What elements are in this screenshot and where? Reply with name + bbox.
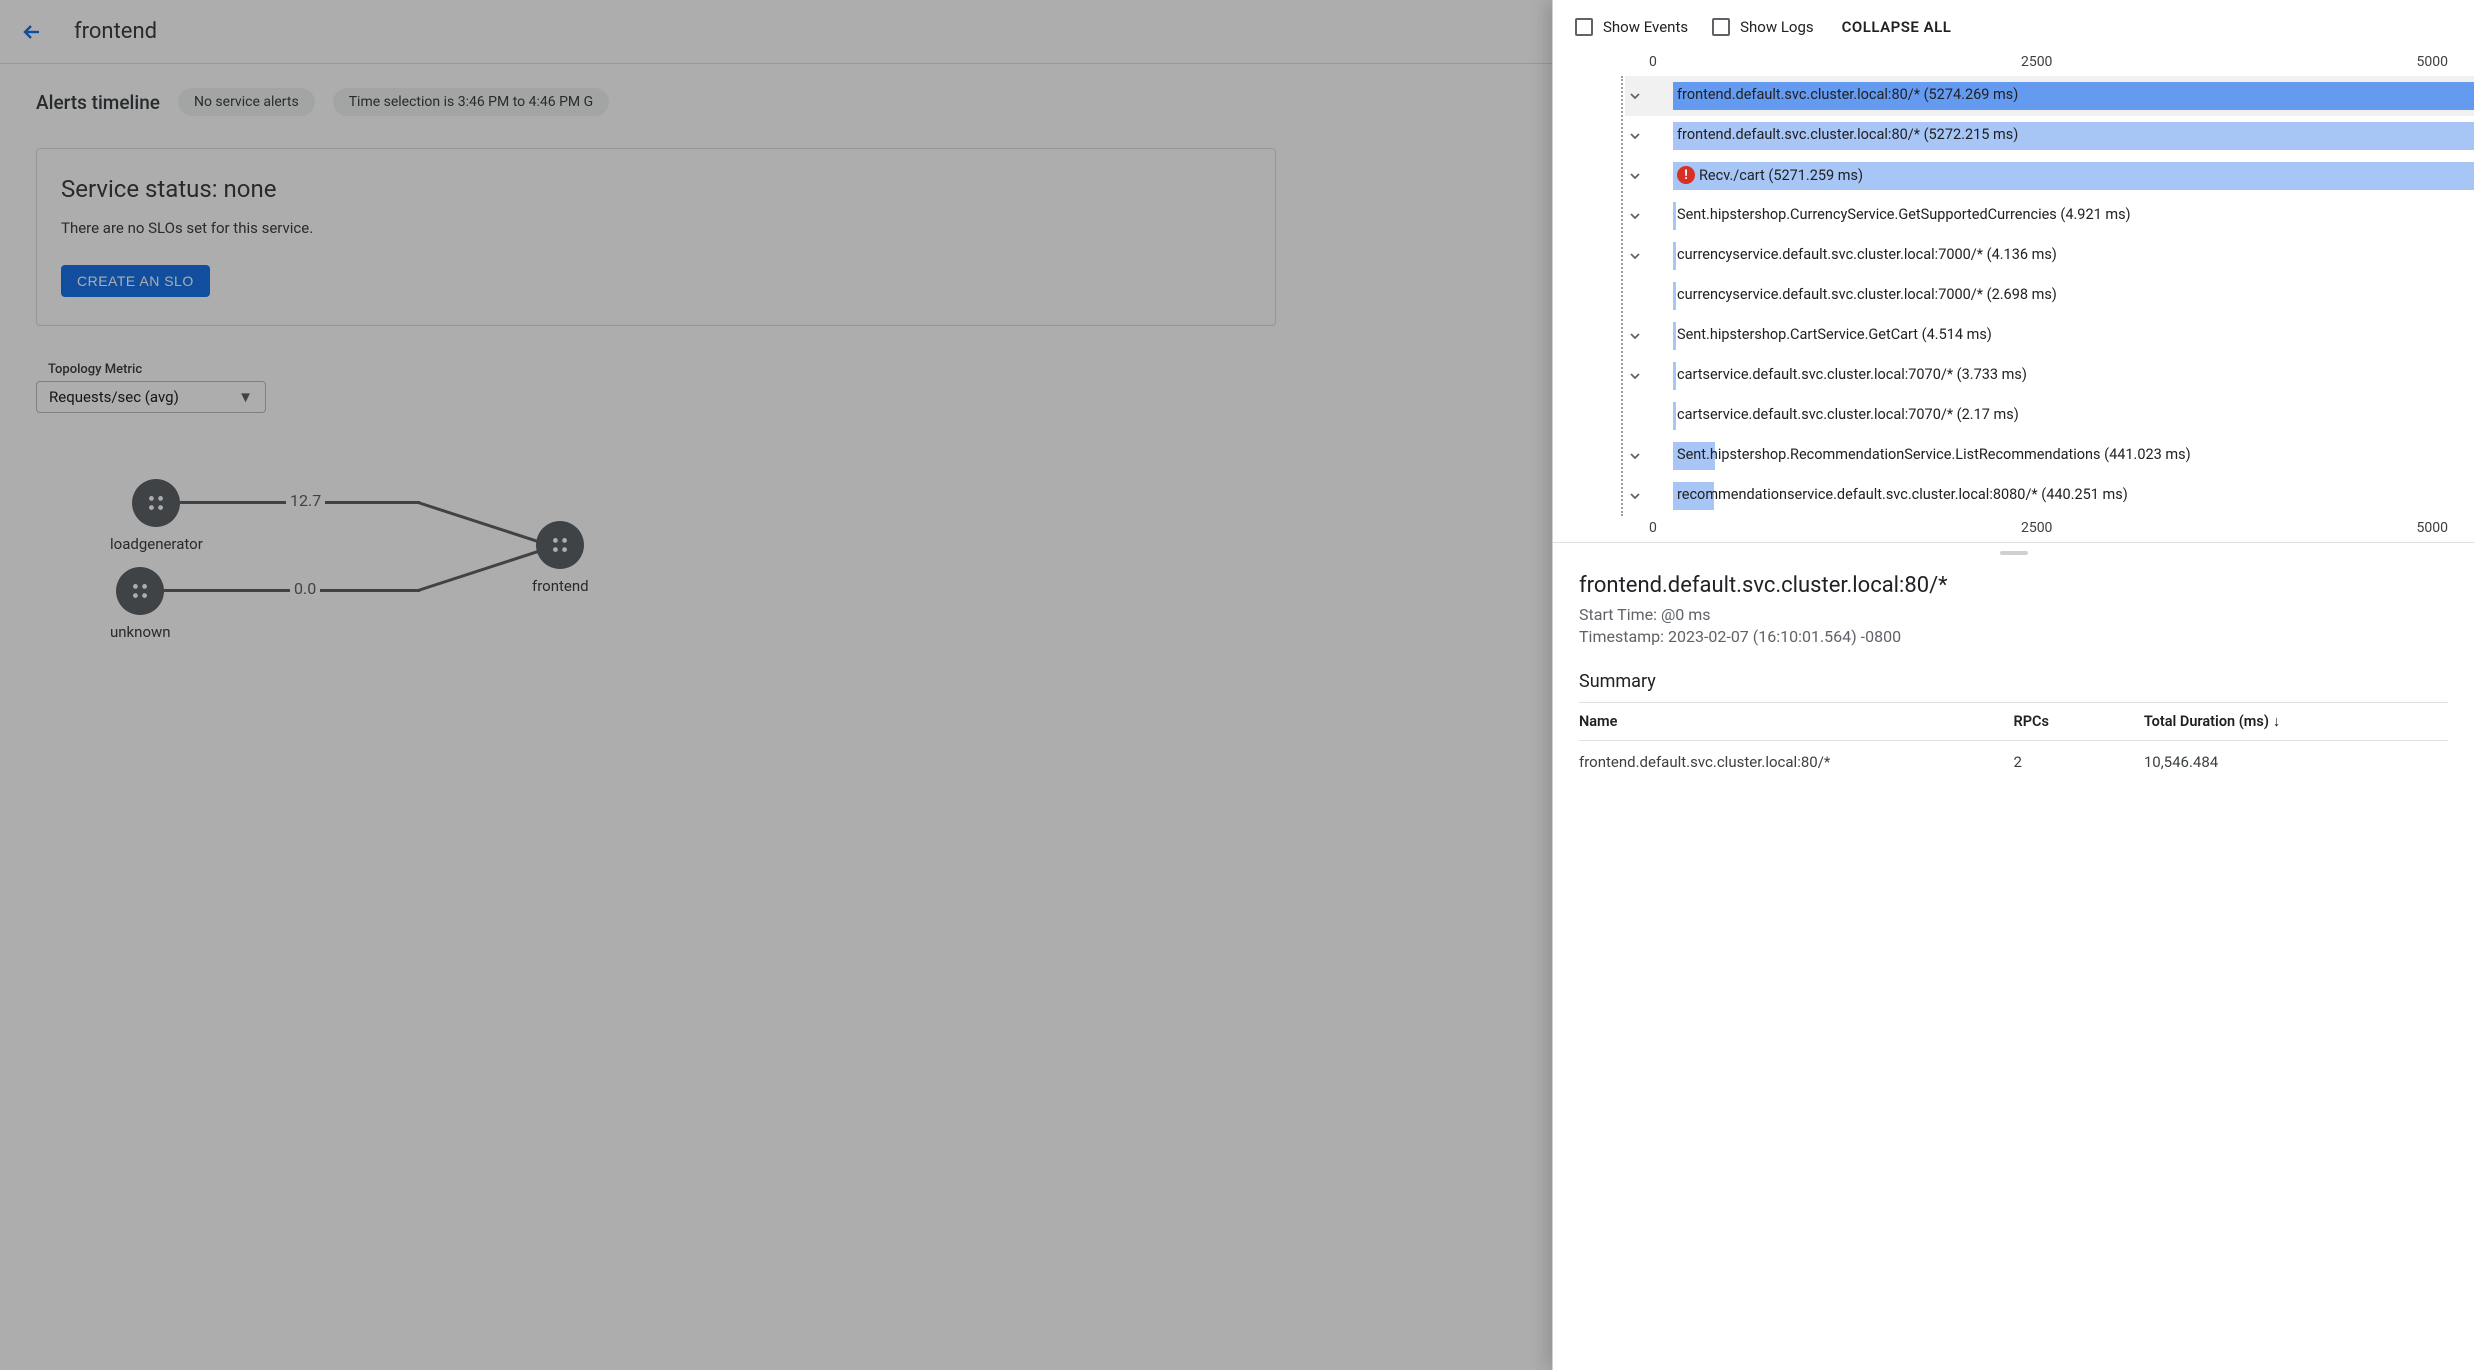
service-status-card: Service status: none There are no SLOs s…: [36, 148, 1276, 326]
checkbox-box-icon: [1575, 18, 1593, 36]
sort-desc-icon: ↓: [2273, 713, 2280, 730]
chevron-down-icon[interactable]: [1625, 88, 1645, 104]
span-bar: [1673, 282, 1676, 310]
node-frontend[interactable]: frontend: [532, 521, 589, 595]
axis-tick: 2500: [2021, 54, 2052, 70]
edge-top-diag: [418, 501, 539, 543]
node-unknown[interactable]: unknown: [110, 567, 171, 641]
service-status-heading: Service status: none: [61, 175, 1251, 203]
span-label: cartservice.default.svc.cluster.local:70…: [1677, 366, 2027, 383]
span-label: !Recv./cart (5271.259 ms): [1677, 166, 1863, 184]
chevron-down-icon[interactable]: [1625, 488, 1645, 504]
span-bar: [1673, 202, 1676, 230]
span-detail: frontend.default.svc.cluster.local:80/* …: [1553, 563, 2474, 783]
create-slo-button[interactable]: CREATE AN SLO: [61, 265, 210, 297]
trace-timeline: 0 2500 5000 frontend.default.svc.cluster…: [1553, 54, 2474, 543]
axis-tick: 0: [1649, 54, 1657, 70]
span-track: Sent.hipstershop.CurrencyService.GetSupp…: [1645, 202, 2474, 230]
chevron-down-icon[interactable]: [1625, 168, 1645, 184]
summary-heading: Summary: [1579, 671, 2448, 692]
axis-tick: 5000: [2417, 54, 2448, 70]
edge-top-label: 12.7: [286, 491, 325, 510]
trace-toolbar: Show Events Show Logs COLLAPSE ALL: [1553, 0, 2474, 54]
axis-tick: 0: [1649, 520, 1657, 536]
chevron-down-icon[interactable]: [1625, 328, 1645, 344]
chevron-down-icon[interactable]: [1625, 248, 1645, 264]
span-row[interactable]: cartservice.default.svc.cluster.local:70…: [1625, 396, 2474, 436]
span-label: cartservice.default.svc.cluster.local:70…: [1677, 406, 2019, 423]
span-row[interactable]: cartservice.default.svc.cluster.local:70…: [1625, 356, 2474, 396]
back-arrow-icon[interactable]: [20, 20, 44, 44]
chevron-down-icon[interactable]: [1625, 128, 1645, 144]
span-track: Sent.hipstershop.CartService.GetCart (4.…: [1645, 322, 2474, 350]
summary-table: Name RPCs Total Duration (ms)↓ frontend.…: [1579, 702, 2448, 783]
node-loadgenerator[interactable]: loadgenerator: [110, 479, 203, 553]
show-logs-checkbox[interactable]: Show Logs: [1712, 18, 1814, 36]
span-track: Sent.hipstershop.RecommendationService.L…: [1645, 442, 2474, 470]
span-row[interactable]: recommendationservice.default.svc.cluste…: [1625, 476, 2474, 516]
span-label: frontend.default.svc.cluster.local:80/* …: [1677, 126, 2018, 143]
trace-tree-guideline: [1621, 76, 1623, 516]
span-label: currencyservice.default.svc.cluster.loca…: [1677, 286, 2057, 303]
chevron-down-icon[interactable]: [1625, 208, 1645, 224]
span-row[interactable]: Sent.hipstershop.CartService.GetCart (4.…: [1625, 316, 2474, 356]
span-label: currencyservice.default.svc.cluster.loca…: [1677, 246, 2057, 263]
span-track: currencyservice.default.svc.cluster.loca…: [1645, 242, 2474, 270]
axis-top: 0 2500 5000: [1553, 54, 2474, 70]
span-track: cartservice.default.svc.cluster.local:70…: [1645, 362, 2474, 390]
span-row[interactable]: currencyservice.default.svc.cluster.loca…: [1625, 236, 2474, 276]
summary-col-name[interactable]: Name: [1579, 702, 2014, 740]
error-icon: !: [1677, 166, 1695, 184]
axis-tick: 2500: [2021, 520, 2052, 536]
span-track: frontend.default.svc.cluster.local:80/* …: [1645, 82, 2474, 110]
span-label: Sent.hipstershop.CurrencyService.GetSupp…: [1677, 206, 2131, 223]
span-label: Sent.hipstershop.CartService.GetCart (4.…: [1677, 326, 1992, 343]
span-detail-title: frontend.default.svc.cluster.local:80/*: [1579, 573, 2448, 598]
page-title: frontend: [74, 19, 157, 44]
span-row[interactable]: frontend.default.svc.cluster.local:80/* …: [1625, 116, 2474, 156]
span-label: recommendationservice.default.svc.cluste…: [1677, 486, 2128, 503]
chevron-down-icon[interactable]: [1625, 448, 1645, 464]
span-bar: [1673, 362, 1676, 390]
span-track: cartservice.default.svc.cluster.local:70…: [1645, 402, 2474, 430]
span-row[interactable]: Sent.hipstershop.RecommendationService.L…: [1625, 436, 2474, 476]
topology-metric-select[interactable]: Requests/sec (avg) ▼: [36, 381, 266, 413]
axis-tick: 5000: [2417, 520, 2448, 536]
span-track: !Recv./cart (5271.259 ms): [1645, 162, 2474, 190]
summary-row[interactable]: frontend.default.svc.cluster.local:80/* …: [1579, 740, 2448, 783]
panel-resize-handle[interactable]: [1553, 543, 2474, 563]
span-track: recommendationservice.default.svc.cluste…: [1645, 482, 2474, 510]
edge-bottom-diag: [418, 550, 539, 592]
span-track: frontend.default.svc.cluster.local:80/* …: [1645, 122, 2474, 150]
collapse-all-button[interactable]: COLLAPSE ALL: [1842, 18, 1952, 36]
time-selection-pill[interactable]: Time selection is 3:46 PM to 4:46 PM G: [333, 88, 609, 116]
span-row[interactable]: frontend.default.svc.cluster.local:80/* …: [1625, 76, 2474, 116]
alerts-timeline-label: Alerts timeline: [36, 91, 160, 114]
chevron-down-icon: ▼: [238, 388, 253, 406]
span-track: currencyservice.default.svc.cluster.loca…: [1645, 282, 2474, 310]
span-row[interactable]: currencyservice.default.svc.cluster.loca…: [1625, 276, 2474, 316]
chevron-down-icon[interactable]: [1625, 368, 1645, 384]
axis-bottom: 0 2500 5000: [1553, 520, 2474, 536]
span-bar: [1673, 402, 1676, 430]
span-row[interactable]: Sent.hipstershop.CurrencyService.GetSupp…: [1625, 196, 2474, 236]
span-bar: [1673, 242, 1676, 270]
span-label: Sent.hipstershop.RecommendationService.L…: [1677, 446, 2191, 463]
no-alerts-pill: No service alerts: [178, 88, 315, 116]
edge-bottom-label: 0.0: [290, 579, 320, 598]
summary-col-rpcs[interactable]: RPCs: [2014, 702, 2144, 740]
show-events-checkbox[interactable]: Show Events: [1575, 18, 1688, 36]
service-status-subtext: There are no SLOs set for this service.: [61, 219, 1251, 237]
topology-metric-value: Requests/sec (avg): [49, 388, 179, 406]
span-bar: [1673, 322, 1676, 350]
span-row[interactable]: !Recv./cart (5271.259 ms): [1625, 156, 2474, 196]
span-label: frontend.default.svc.cluster.local:80/* …: [1677, 86, 2018, 103]
summary-col-duration[interactable]: Total Duration (ms)↓: [2144, 702, 2448, 740]
span-detail-meta: Start Time: @0 ms Timestamp: 2023-02-07 …: [1579, 604, 2448, 649]
checkbox-box-icon: [1712, 18, 1730, 36]
trace-panel: Show Events Show Logs COLLAPSE ALL 0 250…: [1552, 0, 2474, 1370]
